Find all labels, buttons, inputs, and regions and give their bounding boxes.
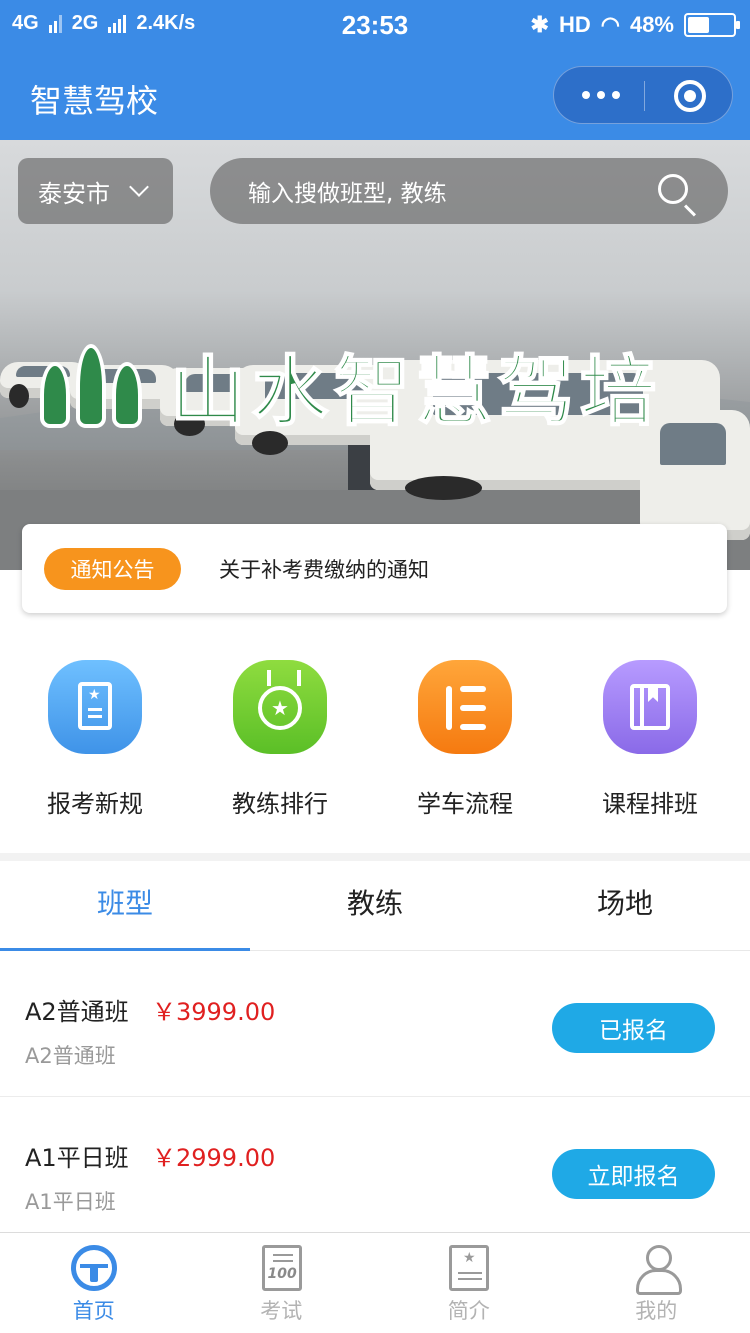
more-dots-icon[interactable] [582,85,620,105]
quick-entry-learning-process[interactable]: 学车流程 [370,660,560,819]
quick-entry-label: 课程排班 [602,790,698,818]
bottom-navigation: 首页 100 考试 简介 我的 [0,1232,750,1333]
nav-label: 考试 [260,1299,303,1323]
bookmark-icon [603,660,697,754]
class-subtitle: A1平日班 [25,1190,116,1214]
notice-bar[interactable]: 通知公告 关于补考费缴纳的通知 [22,524,727,613]
enroll-now-button[interactable]: 立即报名 [552,1149,715,1199]
quick-entry-label: 教练排行 [232,790,328,818]
nav-label: 简介 [447,1299,490,1323]
class-price: ￥2999.00 [152,1144,276,1172]
class-name: A2普通班 [25,998,129,1026]
search-icon[interactable] [658,174,688,204]
quick-entry-label: 报考新规 [47,790,143,818]
section-divider [0,853,750,861]
top-bar: 4G 2G 2.4K/s 23:53 ✱ HD ◠ 48% 智慧驾校 [0,0,750,140]
quick-entries: 报考新规 ★ 教练排行 学车流程 课程排班 [0,640,750,845]
target-circle-icon[interactable] [674,80,706,112]
list-icon [418,660,512,754]
logo-text: 山水智慧驾培 [169,346,662,437]
chevron-down-icon [129,177,149,197]
quick-entry-course-schedule[interactable]: 课程排班 [555,660,745,819]
exam-paper-icon: 100 [261,1245,302,1291]
medal-icon: ★ [233,660,327,754]
nav-label: 我的 [635,1299,678,1323]
tab-venue[interactable]: 场地 [500,861,750,950]
mini-program-capsule [553,66,733,124]
class-name: A1平日班 [25,1144,129,1172]
class-list-item[interactable]: A1平日班 ￥2999.00 A1平日班 立即报名 [0,1098,750,1243]
city-label: 泰安市 [38,179,110,208]
person-icon [634,1245,682,1295]
app-title: 智慧驾校 [30,82,159,120]
search-placeholder: 输入搜做班型, 教练 [248,181,447,207]
steering-wheel-icon [71,1245,117,1291]
nav-mine[interactable]: 我的 [563,1233,750,1333]
nav-intro[interactable]: 简介 [375,1233,563,1333]
wifi-icon: ◠ [600,12,620,37]
nav-home[interactable]: 首页 [0,1233,188,1333]
status-bar: 4G 2G 2.4K/s 23:53 ✱ HD ◠ 48% [0,0,750,52]
class-subtitle: A2普通班 [25,1044,116,1068]
class-list-item[interactable]: A2普通班 ￥3999.00 A2普通班 已报名 [0,952,750,1097]
status-right: ✱ HD ◠ 48% [530,12,740,38]
logo-mark-icon [36,342,154,428]
quick-entry-label: 学车流程 [417,790,513,818]
city-selector[interactable]: 泰安市 [18,158,173,224]
notice-text[interactable]: 关于补考费缴纳的通知 [219,554,429,584]
bluetooth-icon: ✱ [530,12,549,37]
notice-tag: 通知公告 [44,547,181,590]
capsule-divider [644,81,645,111]
tab-coach[interactable]: 教练 [250,861,500,950]
tab-class-type[interactable]: 班型 [0,861,250,951]
category-tabs: 班型 教练 场地 [0,861,750,951]
nav-label: 首页 [72,1299,115,1323]
nav-exam[interactable]: 100 考试 [188,1233,376,1333]
enrolled-button[interactable]: 已报名 [552,1003,715,1053]
class-price: ￥3999.00 [152,998,276,1026]
battery-icon [684,13,740,37]
search-input[interactable]: 输入搜做班型, 教练 [210,158,728,224]
banner-logo: 山水智慧驾培 [36,330,662,440]
quick-entry-registration-rules[interactable]: 报考新规 [0,660,190,819]
hd-label: HD [558,12,591,37]
battery-fill [688,17,709,33]
battery-percent: 48% [629,12,674,37]
notebook-icon [48,660,142,754]
quick-entry-coach-ranking[interactable]: ★ 教练排行 [185,660,375,819]
intro-doc-icon [449,1245,489,1291]
